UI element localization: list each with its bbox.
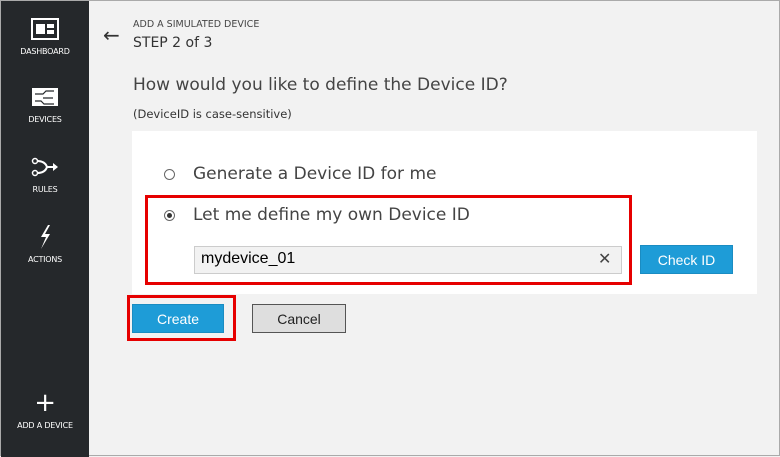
- radio-generate[interactable]: [164, 168, 175, 180]
- option-label: Generate a Device ID for me: [193, 164, 437, 184]
- sidebar: DASHBOARD DEVICES RULES ACTIONS + ADD A …: [1, 1, 89, 457]
- sidebar-item-label: DEVICES: [28, 115, 62, 124]
- option-generate[interactable]: Generate a Device ID for me: [164, 164, 436, 184]
- check-id-button[interactable]: Check ID: [640, 245, 733, 274]
- case-note: (DeviceID is case-sensitive): [133, 107, 292, 121]
- plus-icon: +: [34, 388, 56, 418]
- cancel-button[interactable]: Cancel: [252, 304, 346, 333]
- highlight-box-define-id: [145, 195, 632, 285]
- sidebar-item-label: ACTIONS: [27, 255, 63, 264]
- dashboard-icon: [31, 18, 59, 40]
- back-arrow-icon[interactable]: ←: [103, 23, 120, 47]
- wizard-subtitle: ADD A SIMULATED DEVICE: [133, 19, 260, 30]
- sidebar-item-label: DASHBOARD: [20, 47, 70, 56]
- devices-icon: [32, 88, 58, 106]
- sidebar-item-actions[interactable]: ACTIONS: [1, 225, 89, 264]
- sidebar-item-dashboard[interactable]: DASHBOARD: [1, 17, 89, 56]
- highlight-box-create: [127, 295, 236, 341]
- sidebar-item-rules[interactable]: RULES: [1, 155, 89, 194]
- main-content: ← ADD A SIMULATED DEVICE STEP 2 of 3 How…: [89, 1, 779, 455]
- add-device-button[interactable]: + ADD A DEVICE: [1, 388, 89, 430]
- rules-icon: [31, 157, 58, 177]
- wizard-step: STEP 2 of 3: [133, 35, 213, 51]
- sidebar-item-devices[interactable]: DEVICES: [1, 85, 89, 124]
- sidebar-item-label: RULES: [32, 185, 58, 194]
- page-title: How would you like to define the Device …: [133, 75, 508, 95]
- lightning-icon: [41, 225, 50, 249]
- add-device-label: ADD A DEVICE: [17, 421, 73, 430]
